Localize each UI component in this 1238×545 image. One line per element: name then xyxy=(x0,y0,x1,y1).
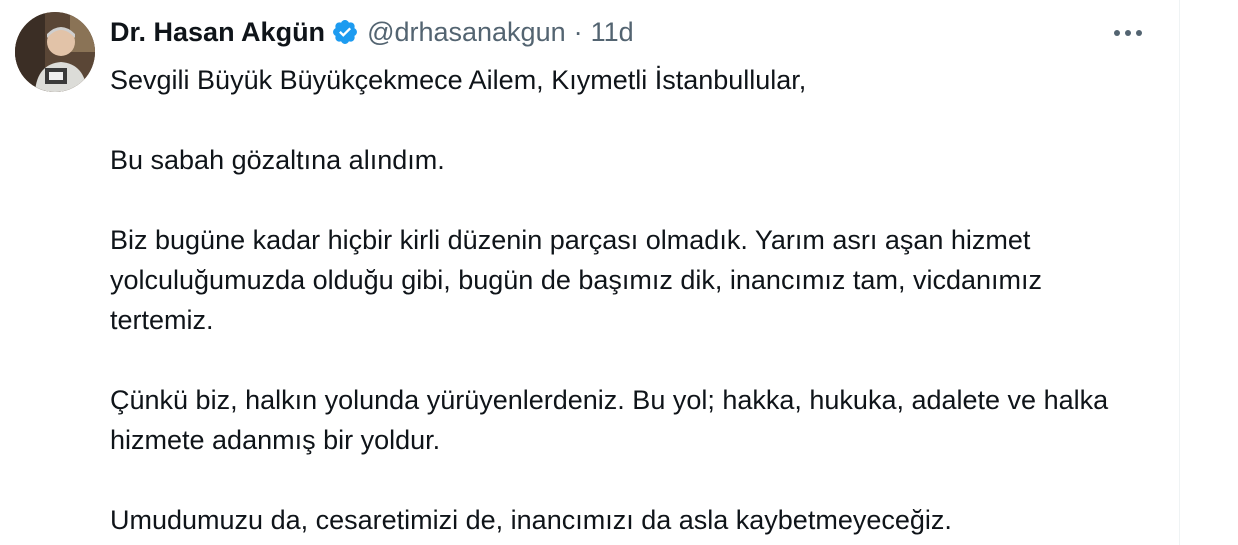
tweet-timestamp[interactable]: 11d xyxy=(591,17,634,48)
more-options-button[interactable] xyxy=(1108,18,1148,48)
tweet-text: Sevgili Büyük Büyükçekmece Ailem, Kıymet… xyxy=(110,60,1150,540)
author-handle[interactable]: @drhasanakgun xyxy=(367,17,566,48)
author-name[interactable]: Dr. Hasan Akgün xyxy=(110,17,325,48)
tweet-paragraph: Çünkü biz, halkın yolunda yürüyenlerdeni… xyxy=(110,385,1109,455)
tweet-paragraph: Umudumuzu da, cesaretimizi de, inancımız… xyxy=(110,505,952,535)
tweet-paragraph: Bu sabah gözaltına alındım. xyxy=(110,145,445,175)
tweet[interactable]: Dr. Hasan Akgün @drhasanakgun · 11d Sevg… xyxy=(0,0,1180,545)
verified-badge-icon xyxy=(331,18,359,46)
separator-dot: · xyxy=(573,16,583,47)
more-dots-icon xyxy=(1114,30,1142,36)
avatar[interactable] xyxy=(15,12,95,92)
tweet-header: Dr. Hasan Akgün @drhasanakgun · 11d xyxy=(110,14,634,50)
avatar-photo-icon xyxy=(15,12,95,92)
tweet-paragraph: Biz bugüne kadar hiçbir kirli düzenin pa… xyxy=(110,225,1042,335)
tweet-paragraph: Sevgili Büyük Büyükçekmece Ailem, Kıymet… xyxy=(110,65,807,95)
column-divider xyxy=(1179,0,1180,545)
